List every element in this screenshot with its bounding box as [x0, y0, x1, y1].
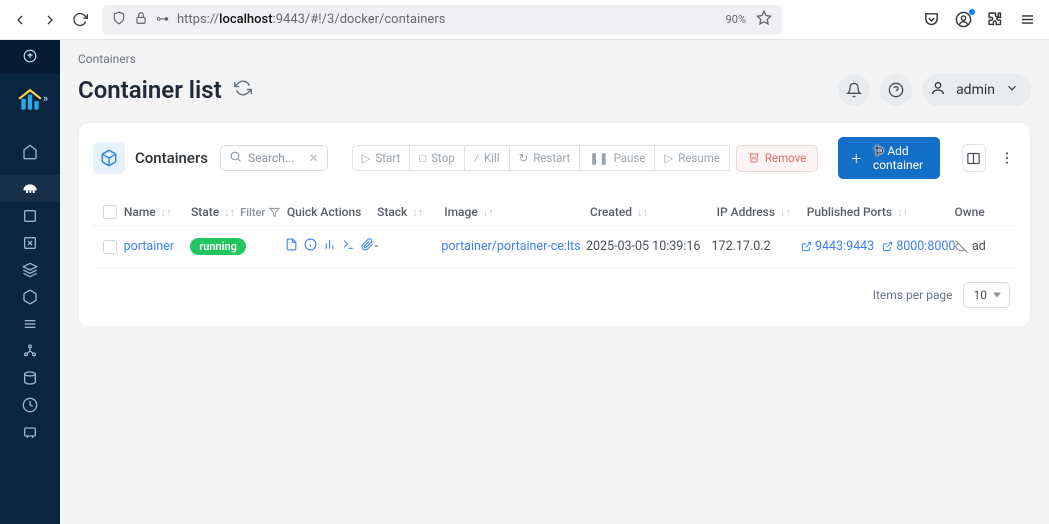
search-placeholder: Search... [248, 151, 303, 165]
restart-button[interactable]: ↻Restart [509, 145, 581, 171]
notifications-button[interactable] [838, 74, 870, 106]
expand-sidebar-icon[interactable]: » [43, 92, 48, 105]
image-link[interactable]: portainer/portainer-ce:lts [441, 239, 580, 254]
col-stack[interactable]: Stack↓↑ [377, 205, 444, 219]
card-title: Containers [135, 149, 208, 167]
browser-back-button[interactable] [12, 12, 28, 28]
table-row: portainer running - portainer/portainer-… [93, 226, 1016, 268]
extensions-icon[interactable] [987, 11, 1005, 29]
sidebar: » [0, 40, 60, 524]
sidebar-upgrade[interactable] [0, 40, 60, 74]
plus-icon: ＋ [850, 150, 862, 167]
browser-url-bar[interactable]: ⊶ https://localhost:9443/#!/3/docker/con… [102, 5, 782, 35]
container-name-link[interactable]: portainer [124, 239, 174, 254]
table-footer: Items per page 10 [93, 268, 1016, 312]
created-value: 2025-03-05 10:39:16 [586, 239, 712, 254]
col-ports[interactable]: Published Ports↓↑ [807, 205, 955, 219]
col-owner[interactable]: Owne [954, 205, 1012, 219]
cursor-icon [871, 143, 887, 159]
sidebar-item-images[interactable] [0, 310, 60, 337]
pocket-icon[interactable] [923, 11, 941, 29]
sidebar-item-events[interactable] [0, 391, 60, 418]
shield-icon [112, 11, 126, 29]
stats-icon[interactable] [323, 238, 336, 255]
logs-icon[interactable] [285, 238, 298, 255]
portainer-logo[interactable]: » [17, 88, 43, 114]
owner-value: ad [955, 239, 1012, 254]
star-icon[interactable] [756, 10, 772, 29]
play-icon: ▷ [362, 151, 371, 165]
user-icon [930, 80, 946, 100]
breadcrumb[interactable]: Containers [60, 40, 1049, 68]
help-button[interactable] [880, 74, 912, 106]
key-icon: ⊶ [156, 12, 169, 27]
table-header: Name↓↑ State↓↑Filter Quick Actions Stack… [93, 199, 1016, 226]
inspect-icon[interactable] [304, 238, 317, 255]
trash-icon [748, 151, 760, 166]
port-link-1[interactable]: 8000:8000 [882, 239, 955, 254]
containers-card: Containers Search... ✕ ▷Start □Stop ⁄Kil… [78, 122, 1031, 327]
containers-table: Name↓↑ State↓↑Filter Quick Actions Stack… [93, 199, 1016, 312]
sidebar-item-stacks[interactable] [0, 229, 60, 256]
stack-value: - [375, 239, 442, 254]
select-all-checkbox[interactable] [103, 205, 117, 219]
sidebar-item-templates[interactable] [0, 202, 60, 229]
col-image[interactable]: Image↓↑ [444, 205, 590, 219]
main-content: Containers Container list admin Co [60, 40, 1049, 524]
box-icon [93, 142, 125, 174]
hamburger-icon[interactable] [1019, 11, 1037, 29]
start-button[interactable]: ▷Start [352, 145, 411, 171]
sidebar-item-dashboard[interactable] [0, 175, 60, 202]
sidebar-item-containers[interactable] [0, 283, 60, 310]
account-icon[interactable] [955, 11, 973, 29]
sidebar-item-networks[interactable] [0, 337, 60, 364]
browser-forward-button[interactable] [42, 12, 58, 28]
more-button[interactable] [998, 144, 1016, 172]
search-icon [229, 150, 242, 166]
col-name[interactable]: Name↓↑ [124, 205, 191, 219]
attach-icon[interactable] [361, 238, 374, 255]
zoom-level: 90% [726, 13, 746, 26]
user-menu[interactable]: admin [922, 74, 1031, 106]
user-name: admin [956, 82, 995, 98]
columns-button[interactable] [962, 144, 986, 172]
browser-toolbar: ⊶ https://localhost:9443/#!/3/docker/con… [0, 0, 1049, 40]
pause-button[interactable]: ❚❚Pause [579, 145, 655, 171]
add-container-button[interactable]: ＋ Add container [838, 137, 940, 179]
col-ip[interactable]: IP Address↓↑ [717, 205, 807, 219]
lock-icon [134, 11, 148, 29]
col-quick-actions: Quick Actions [287, 205, 377, 219]
page-title: Container list [78, 76, 222, 104]
items-per-page-label: Items per page [873, 288, 953, 302]
chevron-down-icon [1005, 81, 1019, 99]
clear-search-icon[interactable]: ✕ [309, 151, 319, 165]
col-created[interactable]: Created↓↑ [590, 205, 717, 219]
sidebar-item-volumes[interactable] [0, 364, 60, 391]
sidebar-item-home[interactable] [0, 138, 60, 165]
restart-icon: ↻ [519, 151, 529, 165]
sidebar-item-layers[interactable] [0, 256, 60, 283]
filter-button[interactable]: Filter [240, 206, 280, 219]
browser-reload-button[interactable] [72, 12, 88, 28]
resume-button[interactable]: ▷Resume [654, 145, 730, 171]
kill-icon: ⁄ [474, 151, 479, 165]
status-badge: running [190, 238, 246, 255]
stop-button[interactable]: □Stop [409, 145, 464, 171]
sidebar-item-host[interactable] [0, 418, 60, 445]
remove-button[interactable]: Remove [736, 145, 818, 172]
pause-icon: ❚❚ [589, 151, 608, 165]
items-per-page-select[interactable]: 10 [963, 282, 1011, 308]
kill-button[interactable]: ⁄Kill [464, 145, 510, 171]
resume-icon: ▷ [664, 151, 673, 165]
refresh-icon[interactable] [234, 79, 252, 101]
stop-icon: □ [419, 151, 426, 165]
col-state[interactable]: State↓↑Filter [191, 205, 287, 219]
port-link-0[interactable]: 9443:9443 [801, 239, 874, 254]
search-input[interactable]: Search... ✕ [220, 145, 328, 171]
exec-icon[interactable] [342, 238, 355, 255]
browser-url-text: https://localhost:9443/#!/3/docker/conta… [177, 12, 718, 27]
ip-value: 172.17.0.2 [712, 239, 801, 254]
select-row-checkbox[interactable] [103, 240, 117, 254]
